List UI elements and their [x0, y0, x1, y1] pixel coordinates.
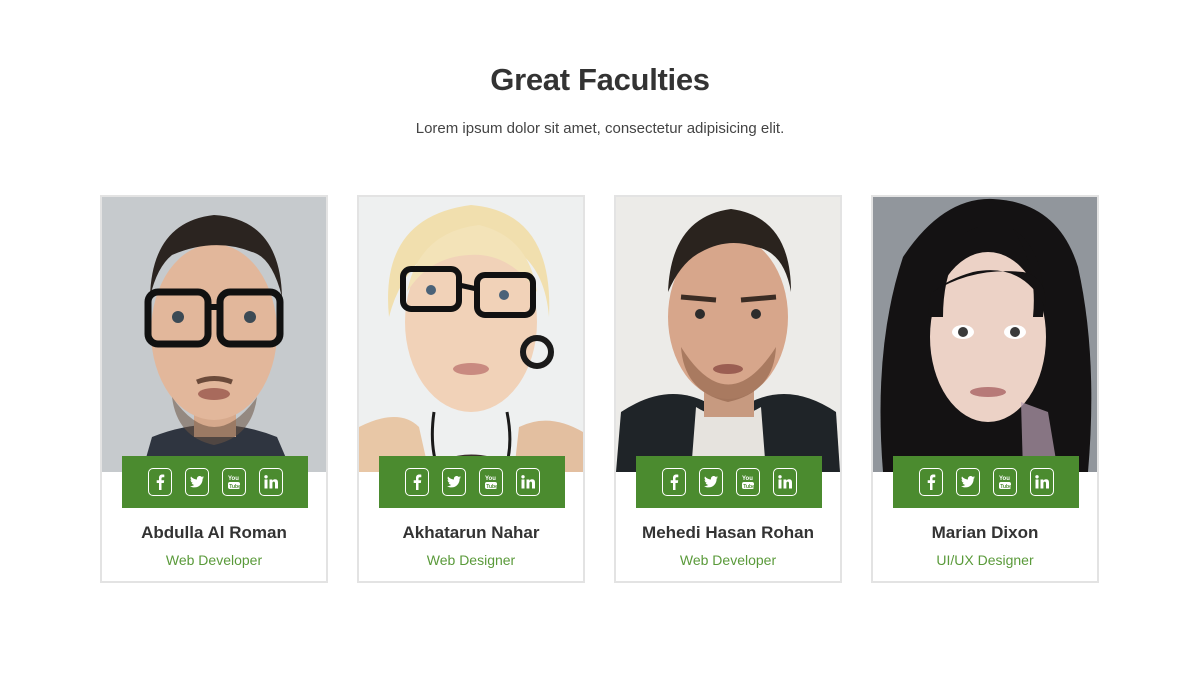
twitter-icon[interactable] — [955, 468, 980, 496]
faculties-section: Great Faculties Lorem ipsum dolor sit am… — [0, 0, 1200, 700]
section-title: Great Faculties — [490, 62, 710, 97]
faculty-cards: You Tube Abdulla Al Roman Web Developer — [100, 195, 1102, 587]
social-links: You Tube — [636, 456, 822, 508]
svg-text:You: You — [485, 476, 496, 482]
youtube-icon[interactable]: You Tube — [478, 468, 503, 496]
faculty-role: UI/UX Designer — [936, 552, 1034, 568]
twitter-icon[interactable] — [441, 468, 466, 496]
facebook-icon[interactable] — [147, 468, 172, 496]
linkedin-icon[interactable] — [258, 468, 283, 496]
faculty-card: You Tube Marian Dixon UI/UX Designer — [871, 195, 1099, 583]
faculty-card: You Tube Mehedi Hasan Rohan Web Developer — [614, 195, 842, 583]
faculty-name: Abdulla Al Roman — [141, 523, 287, 542]
linkedin-icon[interactable] — [1029, 468, 1054, 496]
svg-text:Tube: Tube — [743, 484, 755, 490]
svg-text:You: You — [742, 476, 753, 482]
faculty-name: Akhatarun Nahar — [402, 523, 540, 542]
faculty-role: Web Developer — [165, 552, 263, 568]
faculty-role: Web Developer — [679, 552, 777, 568]
youtube-icon[interactable]: You Tube — [221, 468, 246, 496]
social-links: You Tube — [379, 456, 565, 508]
faculty-photo — [873, 197, 1097, 472]
faculty-photo — [102, 197, 326, 472]
twitter-icon[interactable] — [184, 468, 209, 496]
section-subtitle: Lorem ipsum dolor sit amet, consectetur … — [415, 120, 785, 137]
faculty-photo — [359, 197, 583, 472]
youtube-icon[interactable]: You Tube — [992, 468, 1017, 496]
svg-text:You: You — [999, 476, 1010, 482]
social-links: You Tube — [893, 456, 1079, 508]
faculty-name: Mehedi Hasan Rohan — [642, 523, 814, 542]
linkedin-icon[interactable] — [515, 468, 540, 496]
faculty-role: Web Designer — [426, 552, 516, 568]
facebook-icon[interactable] — [404, 468, 429, 496]
linkedin-icon[interactable] — [772, 468, 797, 496]
svg-text:Tube: Tube — [1000, 484, 1012, 490]
faculty-card: You Tube Abdulla Al Roman Web Developer — [100, 195, 328, 583]
faculty-photo — [616, 197, 840, 472]
social-links: You Tube — [122, 456, 308, 508]
facebook-icon[interactable] — [661, 468, 686, 496]
youtube-icon[interactable]: You Tube — [735, 468, 760, 496]
svg-text:You: You — [228, 476, 239, 482]
twitter-icon[interactable] — [698, 468, 723, 496]
faculty-card: You Tube Akhatarun Nahar Web Designer — [357, 195, 585, 583]
facebook-icon[interactable] — [918, 468, 943, 496]
faculty-name: Marian Dixon — [931, 523, 1039, 542]
svg-text:Tube: Tube — [486, 484, 498, 490]
svg-text:Tube: Tube — [229, 484, 241, 490]
